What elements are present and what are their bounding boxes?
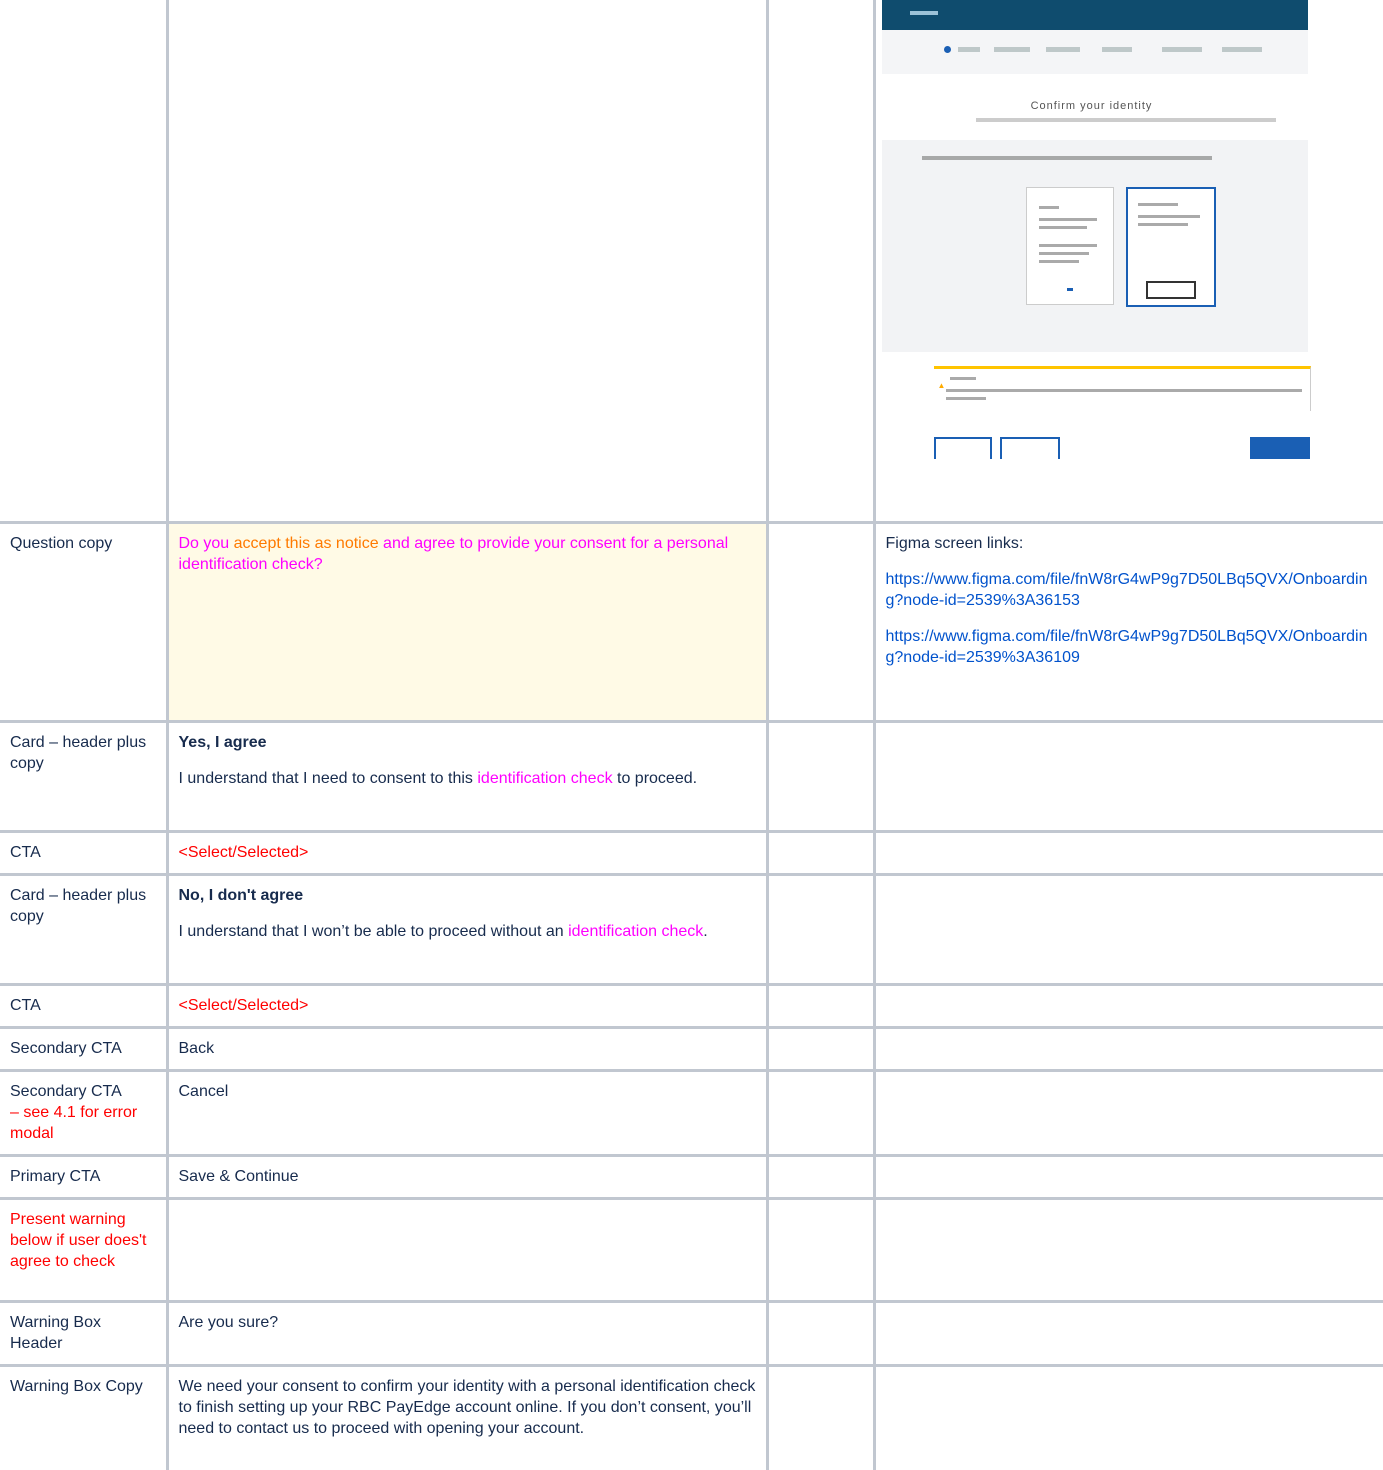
cta-value: Cancel [165,1068,769,1157]
row-label: Primary CTA [0,1153,169,1200]
cell [0,0,169,524]
table-row: Secondary CTA – see 4.1 for error modal … [0,1068,1383,1157]
cta-value: Save & Continue [165,1153,769,1200]
table-row: Present warning below if user does't agr… [0,1196,1383,1303]
row-label: Warning Box Copy [0,1363,169,1470]
table-row: CTA <Select/Selected> [0,982,1383,1029]
mock-title: Confirm your identity [1030,100,1153,112]
row-label: Present warning below if user does't agr… [0,1196,169,1303]
mock-header-bar [881,0,1308,30]
card-copy-cell: Yes, I agree I understand that I need to… [165,719,769,833]
mock-back-button [933,437,992,459]
cell [765,0,876,524]
row-label: Card – header plus copy [0,872,169,986]
mock-panel [881,140,1308,352]
cta-value: <Select/Selected> [165,982,769,1029]
mock-warning-box: ▲ [933,366,1311,411]
figma-heading: Figma screen links: [885,534,1024,552]
mock-card [1025,187,1114,305]
card-header: Yes, I agree [178,733,267,751]
mock-primary-button [1249,437,1310,459]
row-label: Secondary CTA – see 4.1 for error modal [0,1068,169,1157]
logo [909,11,938,15]
warning-copy-value: We need your consent to confirm your ide… [165,1363,769,1470]
mock-subtitle-line [975,118,1276,122]
mock-cancel-button [999,437,1060,459]
step-active-icon [943,46,951,53]
table-row: Warning Box Copy We need your consent to… [0,1363,1383,1470]
row-label: CTA [0,829,169,876]
table-row: Warning Box Header Are you sure? [0,1299,1383,1367]
mock-question-line [921,156,1212,160]
row-label: Card – header plus copy [0,719,169,833]
warning-icon: ▲ [937,381,946,390]
spec-table: Confirm your identity ▲ Question copy Do… [0,0,1383,1470]
figma-links-cell: Figma screen links: https://www.figma.co… [872,520,1383,723]
mock-screenshot-cell: Confirm your identity ▲ [872,0,1383,524]
table-row: Confirm your identity ▲ [0,0,1383,524]
mock-screenshot: Confirm your identity ▲ [875,0,1311,460]
table-row: Card – header plus copy No, I don't agre… [0,872,1383,986]
card-copy-cell: No, I don't agree I understand that I wo… [165,872,769,986]
warning-header-value: Are you sure? [165,1299,769,1367]
figma-link-2[interactable]: https://www.figma.com/file/fnW8rG4wP9g7D… [886,628,1368,666]
table-row: Question copy Do you accept this as noti… [0,520,1383,723]
figma-link-1[interactable]: https://www.figma.com/file/fnW8rG4wP9g7D… [886,571,1368,609]
table-row: Secondary CTA Back [0,1025,1383,1072]
table-row: Card – header plus copy Yes, I agree I u… [0,719,1383,833]
cta-value: Back [165,1025,769,1072]
row-label: CTA [0,982,169,1029]
table-row: Primary CTA Save & Continue [0,1153,1383,1200]
cell [765,520,876,723]
row-label: Warning Box Header [0,1299,169,1367]
cta-value: <Select/Selected> [165,829,769,876]
row-label: Secondary CTA [0,1025,169,1072]
question-copy-cell: Do you accept this as notice and agree t… [165,520,769,723]
mock-stepper [881,30,1308,74]
row-label: Question copy [0,520,169,723]
mock-card-selected [1125,187,1216,307]
table-row: CTA <Select/Selected> [0,829,1383,876]
cell [165,0,769,524]
card-header: No, I don't agree [178,886,304,904]
mock-card-button [1145,281,1196,299]
